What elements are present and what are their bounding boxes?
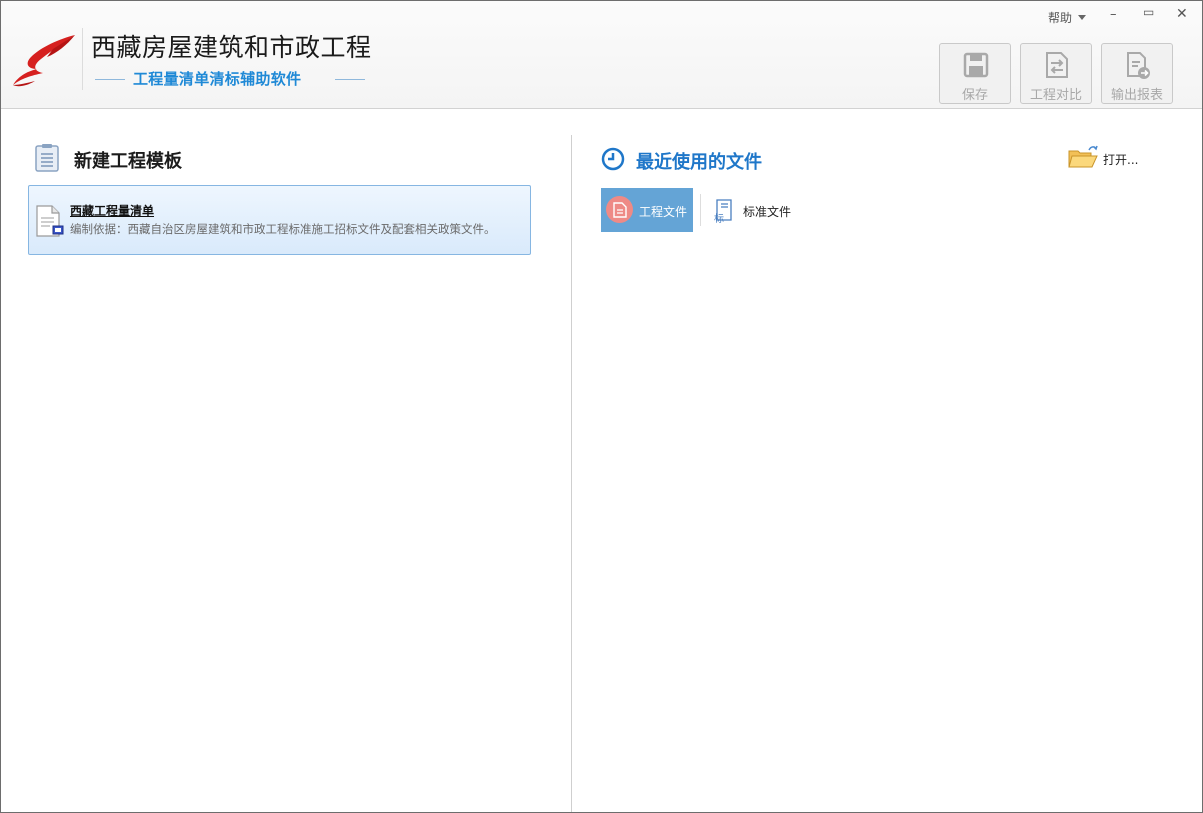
close-button[interactable]: ✕ (1176, 6, 1188, 22)
maximize-button[interactable]: ▭ (1143, 5, 1154, 19)
document-icon (36, 205, 64, 237)
app-subtitle: 工程量清单清标辅助软件 (133, 70, 302, 88)
app-title: 西藏房屋建筑和市政工程 (91, 33, 372, 62)
save-icon (963, 52, 989, 78)
tab-project-files-label: 工程文件 (639, 205, 688, 219)
open-file-label: 打开... (1103, 153, 1139, 167)
template-item[interactable]: 西藏工程量清单 编制依据：西藏自治区房屋建筑和市政工程标准施工招标文件及配套相关… (28, 185, 531, 255)
subtitle-line-left (95, 79, 125, 80)
minimize-button[interactable]: – (1110, 7, 1117, 22)
template-name[interactable]: 西藏工程量清单 (70, 202, 154, 219)
recent-files-title: 最近使用的文件 (636, 152, 762, 173)
svg-text:标: 标 (714, 213, 724, 224)
header-bar: 西藏房屋建筑和市政工程 工程量清单清标辅助软件 帮助 – ▭ ✕ 保存 工程对比… (1, 1, 1202, 109)
compare-label: 工程对比 (1029, 88, 1082, 103)
tab-standard-files-label: 标准文件 (743, 205, 792, 219)
tab-project-files[interactable]: 工程文件 (601, 188, 693, 232)
export-report-button[interactable]: 输出报表 (1101, 43, 1173, 104)
help-menu[interactable]: 帮助 (1048, 9, 1087, 26)
logo-divider (82, 28, 83, 90)
help-label: 帮助 (1048, 11, 1073, 25)
export-report-icon (1127, 52, 1150, 79)
app-subtitle-row: 工程量清单清标辅助软件 (95, 68, 365, 90)
panel-divider (571, 135, 572, 812)
tab-divider (700, 194, 701, 226)
template-description: 编制依据：西藏自治区房屋建筑和市政工程标准施工招标文件及配套相关政策文件。 (70, 222, 496, 236)
chevron-down-icon (1078, 15, 1087, 20)
compare-icon (1046, 52, 1068, 78)
save-button[interactable]: 保存 (939, 43, 1011, 104)
open-file-button[interactable]: 打开... (1067, 143, 1147, 171)
new-template-title: 新建工程模板 (74, 151, 182, 172)
project-file-icon (606, 196, 633, 223)
logo-icon (13, 35, 75, 87)
save-label: 保存 (961, 88, 988, 103)
standard-file-icon: 标 (714, 199, 732, 224)
folder-open-icon (1068, 145, 1098, 168)
subtitle-line-right (335, 79, 365, 80)
clock-icon (601, 147, 625, 171)
app-window: 西藏房屋建筑和市政工程 工程量清单清标辅助软件 帮助 – ▭ ✕ 保存 工程对比… (0, 0, 1203, 813)
tab-standard-files[interactable]: 标 标准文件 (709, 188, 809, 232)
export-report-label: 输出报表 (1110, 88, 1163, 103)
compare-button[interactable]: 工程对比 (1020, 43, 1092, 104)
template-list-icon (35, 144, 59, 172)
